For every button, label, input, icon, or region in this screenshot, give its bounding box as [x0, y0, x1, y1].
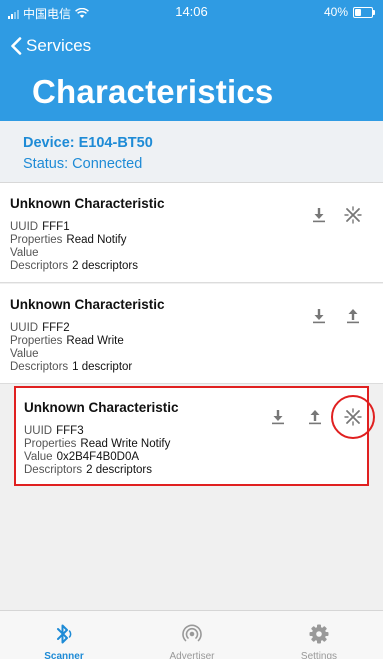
tab-label: Advertiser [169, 651, 215, 659]
uuid-label: UUID [10, 221, 39, 233]
download-icon [272, 410, 284, 425]
broadcast-icon [182, 624, 202, 642]
properties-label: Properties [24, 438, 77, 450]
bluetooth-icon [57, 624, 72, 644]
page-title: Characteristics [32, 73, 274, 110]
value-row: Value [10, 247, 43, 259]
value-label: Value [10, 247, 39, 259]
properties-label: Properties [10, 234, 63, 246]
properties-value: Read Write [66, 335, 124, 347]
properties-label: Properties [10, 335, 63, 347]
read-button[interactable] [308, 204, 330, 226]
battery-icon [353, 6, 375, 18]
tab-scanner[interactable]: Scanner [0, 611, 128, 659]
read-button[interactable] [267, 406, 289, 428]
characteristic-item[interactable]: Unknown Characteristic UUID FFF3 Properti… [14, 386, 375, 486]
header: 中国电信 14:06 40% Services Characteristics [0, 0, 383, 121]
back-label: Services [26, 36, 92, 55]
descriptors-row: Descriptors 1 descriptor [10, 361, 132, 373]
descriptors-value: 1 descriptor [72, 361, 133, 373]
device-status-label: Status: [23, 156, 69, 172]
battery-fill [355, 8, 362, 16]
status-bar: 中国电信 14:06 40% [0, 0, 383, 24]
upload-icon [347, 309, 359, 324]
device-status: Connected [72, 156, 143, 172]
battery-percent: 40% [323, 5, 348, 19]
value-label: Value [10, 348, 39, 360]
upload-icon [309, 410, 321, 425]
device-info: Device: E104-BT50 Status: Connected [0, 121, 383, 183]
device-status-line: Status: Connected [23, 156, 142, 172]
descriptors-row: Descriptors 2 descriptors [10, 260, 138, 272]
characteristic-title: Unknown Characteristic [24, 400, 179, 415]
device-name-line: Device: E104-BT50 [23, 135, 153, 151]
tab-label: Settings [300, 651, 338, 659]
tab-bar: Scanner Advertiser Settings [0, 610, 383, 659]
device-name-label: Device: [23, 135, 75, 151]
write-button[interactable] [342, 305, 364, 327]
tab-label: Scanner [44, 651, 84, 659]
properties-row: Properties Read Write [10, 335, 124, 347]
characteristic-item[interactable]: Unknown Characteristic UUID FFF1 Properti… [0, 183, 383, 283]
descriptors-label: Descriptors [10, 361, 69, 373]
properties-value: Read Notify [66, 234, 127, 246]
chevron-left-icon [11, 37, 22, 55]
uuid-value: FFF2 [42, 322, 70, 334]
uuid-row: UUID FFF1 [10, 221, 70, 233]
descriptors-label: Descriptors [24, 464, 83, 476]
uuid-row: UUID FFF3 [24, 425, 84, 437]
tab-advertiser[interactable]: Advertiser [128, 611, 256, 659]
uuid-label: UUID [24, 425, 53, 437]
properties-row: Properties Read Notify [10, 234, 127, 246]
descriptors-value: 2 descriptors [86, 464, 152, 476]
characteristic-title: Unknown Characteristic [10, 297, 165, 312]
value-row: Value 0x2B4F4B0D0A [24, 451, 139, 463]
screen: 中国电信 14:06 40% Services Characteristics … [0, 0, 383, 659]
uuid-value: FFF1 [42, 221, 70, 233]
notify-off-icon [344, 206, 362, 224]
value-row: Value [10, 348, 43, 360]
device-name: E104-BT50 [78, 135, 153, 151]
characteristic-title: Unknown Characteristic [10, 196, 165, 211]
download-icon [313, 309, 325, 324]
value-value: 0x2B4F4B0D0A [56, 451, 140, 463]
properties-row: Properties Read Write Notify [24, 438, 170, 450]
gear-icon [309, 624, 329, 644]
uuid-row: UUID FFF2 [10, 322, 70, 334]
uuid-label: UUID [10, 322, 39, 334]
descriptors-row: Descriptors 2 descriptors [24, 464, 152, 476]
characteristic-item[interactable]: Unknown Characteristic UUID FFF2 Properti… [0, 284, 383, 384]
descriptors-label: Descriptors [10, 260, 69, 272]
write-button[interactable] [304, 406, 326, 428]
status-right: 40% [323, 5, 375, 19]
tab-settings[interactable]: Settings [255, 611, 383, 659]
read-button[interactable] [308, 305, 330, 327]
highlight-circle [331, 395, 375, 439]
properties-value: Read Write Notify [80, 438, 171, 450]
value-label: Value [24, 451, 53, 463]
uuid-value: FFF3 [56, 425, 84, 437]
back-button[interactable]: Services [10, 36, 91, 56]
notify-button[interactable] [342, 204, 364, 226]
download-icon [313, 208, 325, 223]
descriptors-value: 2 descriptors [72, 260, 138, 272]
